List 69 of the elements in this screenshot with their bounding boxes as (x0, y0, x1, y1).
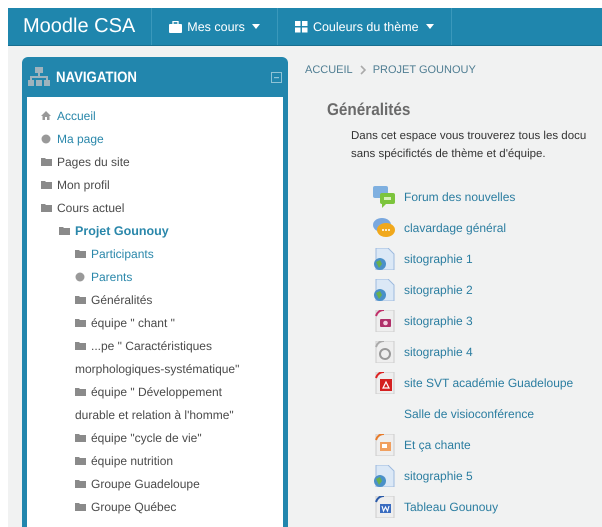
nav-item[interactable]: Accueil (41, 105, 273, 128)
slides-document-icon (373, 434, 395, 456)
activity-link[interactable]: Forum des nouvelles (404, 190, 516, 204)
nav-item[interactable]: Parents (75, 266, 253, 289)
folder-icon (75, 341, 86, 351)
folder-icon (75, 318, 86, 328)
section-title: Généralités (327, 100, 412, 120)
nav-item[interactable]: Cours actuel (41, 197, 273, 220)
activity-link[interactable]: sitographie 2 (404, 282, 473, 296)
nav-item[interactable]: Mon profil (41, 174, 273, 197)
nav-item[interactable]: Ma page (41, 128, 273, 151)
nav-item[interactable]: Groupe Québec (75, 496, 253, 519)
activity-link[interactable]: site SVT académie Guadeloupe (404, 376, 574, 390)
nav-item[interactable]: équipe nutrition (75, 450, 253, 473)
folder-icon (41, 157, 52, 167)
activity-link[interactable]: sitographie 4 (404, 344, 473, 358)
folder-icon (75, 456, 86, 466)
speech-bubbles-icon (373, 186, 395, 208)
nav-item[interactable]: Généralités (75, 289, 253, 312)
activity-link[interactable]: Et ça chante (404, 438, 471, 452)
nav-item[interactable]: ...pe " Caractéristiques morphologiques-systématique" (75, 335, 253, 381)
home-icon (41, 111, 52, 121)
folder-icon (41, 203, 52, 213)
folder-icon (59, 226, 70, 236)
activity-link[interactable]: Salle de visioconférence (404, 406, 534, 420)
pdf-document-icon (373, 372, 395, 394)
chevron-icon (360, 65, 366, 75)
activity-link[interactable]: sitographie 3 (404, 314, 473, 328)
nav-item[interactable]: Groupe Guadeloupe (75, 473, 253, 496)
gear-document-icon (373, 340, 395, 362)
breadcrumb-link[interactable]: ACCUEIL (305, 64, 353, 76)
nav-item[interactable]: Pages du site (41, 151, 273, 174)
chat-bubbles-icon (373, 216, 395, 238)
dropdown-menu[interactable]: Mes cours (152, 8, 278, 45)
minus-icon (271, 72, 282, 82)
breadcrumb-link[interactable]: PROJET GOUNOUY (372, 64, 476, 76)
section-description: Dans cet espace vous trouverez tous les docu sans spécifictés de thème et d'équipe. (351, 129, 588, 162)
folder-icon (75, 433, 86, 443)
collapse-button[interactable] (271, 72, 282, 82)
caret-icon (252, 24, 260, 29)
camera-document-icon (373, 310, 395, 332)
nav-item[interactable]: Projet Gounouy (59, 220, 273, 243)
folder-icon (75, 479, 86, 489)
circle-icon (41, 134, 52, 144)
folder-icon (75, 502, 86, 512)
globe-document-icon (373, 248, 395, 270)
panel-title: NAVIGATION (56, 68, 138, 86)
folder-icon (41, 180, 52, 190)
site-title[interactable]: Moodle CSA (8, 8, 152, 45)
circle-icon (75, 272, 86, 282)
sitemap-icon (28, 67, 50, 87)
folder-icon (75, 249, 86, 259)
activity-link[interactable]: sitographie 5 (404, 468, 473, 482)
activity-link[interactable]: clavardage général (404, 220, 506, 234)
briefcase-icon (169, 20, 182, 32)
nav-item[interactable]: équipe " Développement durable et relation à l'homme" (75, 381, 253, 427)
nav-item[interactable]: équipe "cycle de vie" (75, 427, 253, 450)
dropdown-menu[interactable]: Couleurs du thème (278, 8, 452, 45)
globe-document-icon (373, 464, 395, 486)
nav-item[interactable]: Participants (75, 243, 253, 266)
globe-document-icon (373, 278, 395, 300)
activity-link[interactable]: sitographie 1 (404, 252, 473, 266)
folder-icon (75, 295, 86, 305)
grid-icon (294, 20, 308, 32)
nav-item[interactable]: équipe " chant " (75, 312, 253, 335)
word-document-icon (373, 496, 395, 518)
caret-icon (426, 24, 434, 29)
activity-link[interactable]: Tableau Gounouy (404, 500, 498, 514)
folder-icon (75, 387, 86, 397)
